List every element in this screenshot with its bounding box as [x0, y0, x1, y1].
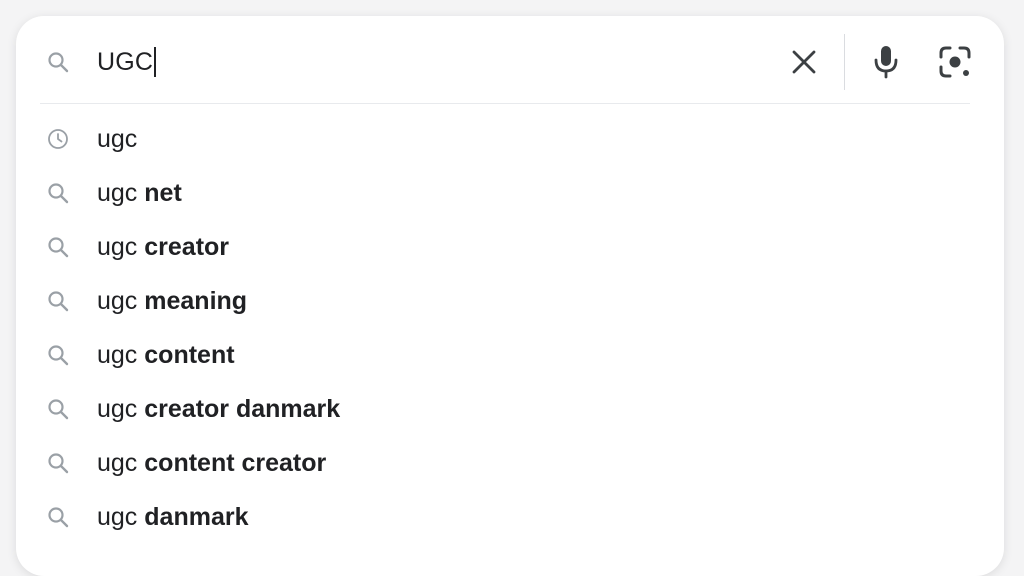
suggestion-prefix: ugc	[97, 448, 138, 477]
suggestion-item[interactable]: ugc net	[16, 166, 1004, 220]
suggestion-item[interactable]: ugc	[16, 112, 1004, 166]
camera-lens-icon	[939, 46, 971, 78]
suggestion-completion: meaning	[144, 286, 248, 315]
search-icon	[46, 181, 70, 205]
search-input[interactable]: UGC	[97, 44, 157, 80]
suggestion-item[interactable]: ugc content	[16, 328, 1004, 382]
suggestion-text: ugc danmark	[97, 503, 248, 532]
search-bar-divider	[844, 34, 845, 90]
search-box-card: UGC ugc ugc net ugc creator ugc meaning …	[16, 16, 1004, 576]
search-icon	[46, 397, 70, 421]
voice-search-button[interactable]	[868, 42, 904, 82]
suggestion-prefix: ugc	[97, 340, 138, 369]
suggestion-item[interactable]: ugc content creator	[16, 436, 1004, 490]
suggestion-completion: content	[144, 340, 235, 369]
suggestion-completion: net	[144, 178, 182, 207]
suggestion-completion: creator	[144, 232, 230, 261]
search-icon	[46, 343, 70, 367]
suggestion-completion: danmark	[144, 502, 249, 531]
suggestion-text: ugc net	[97, 179, 182, 208]
suggestion-prefix: ugc	[97, 502, 138, 531]
suggestion-item[interactable]: ugc creator danmark	[16, 382, 1004, 436]
suggestions-list: ugc ugc net ugc creator ugc meaning ugc cont…	[16, 112, 1004, 544]
suggestion-text: ugc creator danmark	[97, 395, 340, 424]
mic-icon	[874, 46, 898, 79]
search-by-image-button[interactable]	[936, 42, 974, 82]
suggestion-item[interactable]: ugc creator	[16, 220, 1004, 274]
search-icon	[46, 289, 70, 313]
suggestions-divider	[40, 103, 970, 104]
clear-button[interactable]	[786, 44, 822, 80]
suggestion-text: ugc creator	[97, 233, 229, 262]
suggestion-prefix: ugc	[97, 124, 138, 153]
suggestion-text: ugc meaning	[97, 287, 247, 316]
search-icon	[46, 50, 70, 74]
suggestion-completion: content creator	[144, 448, 327, 477]
suggestion-text: ugc content creator	[97, 449, 326, 478]
search-icon	[46, 505, 70, 529]
search-icon	[46, 235, 70, 259]
suggestion-prefix: ugc	[97, 232, 138, 261]
close-icon	[792, 50, 816, 74]
suggestion-prefix: ugc	[97, 178, 138, 207]
suggestion-prefix: ugc	[97, 286, 138, 315]
suggestion-completion: creator danmark	[144, 394, 341, 423]
suggestion-text: ugc	[97, 125, 137, 154]
suggestion-item[interactable]: ugc meaning	[16, 274, 1004, 328]
search-bar: UGC	[16, 16, 1004, 104]
suggestion-item[interactable]: ugc danmark	[16, 490, 1004, 544]
suggestion-prefix: ugc	[97, 394, 138, 423]
suggestion-text: ugc content	[97, 341, 235, 370]
search-input-value: UGC	[97, 47, 154, 76]
text-caret	[154, 47, 157, 77]
history-icon	[46, 127, 70, 151]
search-icon	[46, 451, 70, 475]
